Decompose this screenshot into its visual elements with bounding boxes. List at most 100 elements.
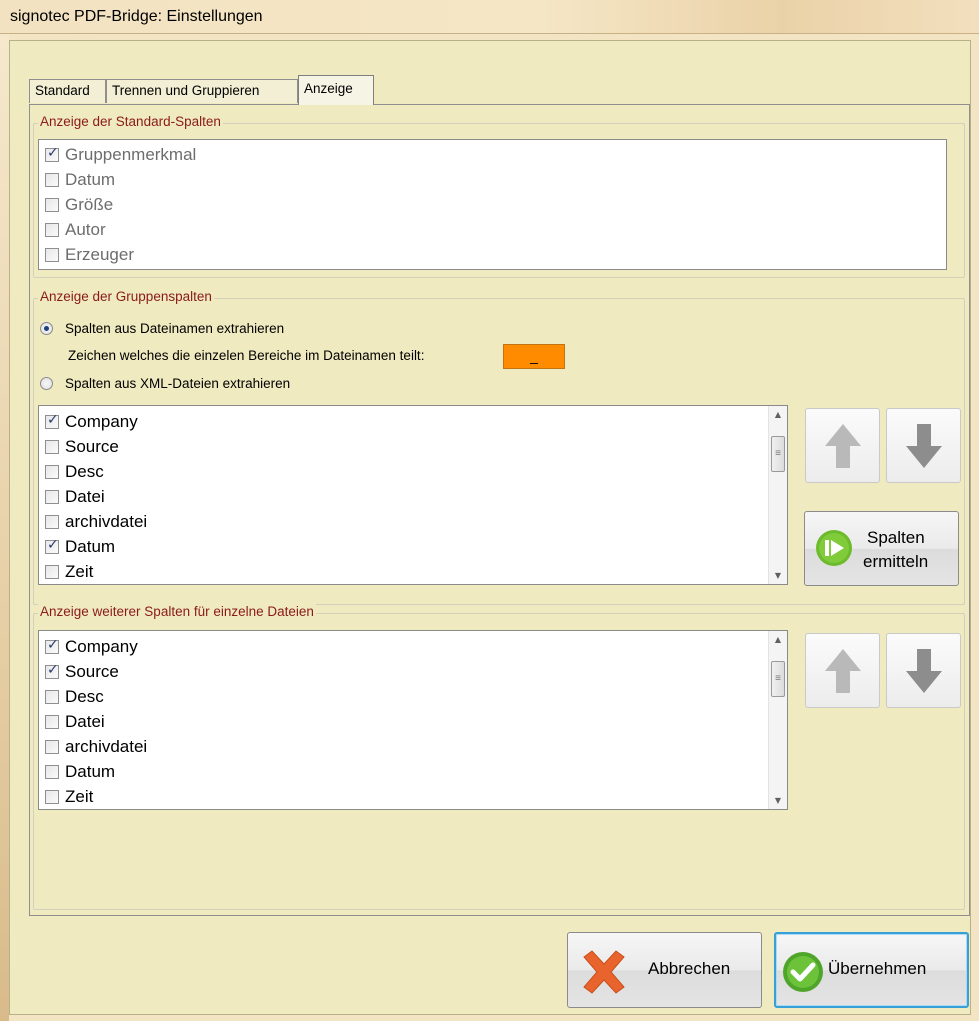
list-item-label: Datei bbox=[65, 486, 105, 506]
list-item[interactable]: Desc bbox=[39, 684, 104, 709]
list-item-label: Größe bbox=[65, 194, 114, 214]
checkbox-checked[interactable] bbox=[45, 412, 59, 429]
determine-columns-label-line2: ermitteln bbox=[863, 552, 929, 571]
tab-trennen-gruppieren-label: Trennen und Gruppieren bbox=[112, 83, 260, 98]
apply-button-label: Übernehmen bbox=[828, 959, 927, 978]
checkbox-checked[interactable] bbox=[45, 537, 59, 554]
scroll-down-arrow-icon[interactable]: ▼ bbox=[769, 792, 787, 809]
file-columns-move-up-button[interactable] bbox=[805, 633, 880, 708]
checkbox-checked[interactable] bbox=[45, 662, 59, 679]
list-item-label: Datum bbox=[65, 169, 116, 189]
scrollbar-thumb[interactable]: ≡ bbox=[771, 661, 785, 697]
list-item[interactable]: Datum bbox=[39, 167, 115, 192]
list-item-label: Datum bbox=[65, 761, 116, 781]
list-item[interactable]: Gruppenmerkmal bbox=[39, 142, 196, 167]
checkbox[interactable] bbox=[45, 764, 59, 779]
checkbox-checked[interactable] bbox=[45, 637, 59, 654]
list-item[interactable]: Datei bbox=[39, 709, 105, 734]
tab-trennen-gruppieren[interactable]: Trennen und Gruppieren bbox=[106, 79, 298, 103]
checkbox[interactable] bbox=[45, 714, 59, 729]
title-bar[interactable]: signotec PDF-Bridge: Einstellungen bbox=[0, 0, 979, 34]
list-item[interactable]: Datum bbox=[39, 759, 115, 784]
list-item[interactable]: Datei bbox=[39, 484, 105, 509]
arrow-down-icon bbox=[906, 649, 942, 693]
list-item[interactable]: Source bbox=[39, 434, 119, 459]
separator-label: Zeichen welches die einzelen Bereiche im… bbox=[68, 348, 425, 363]
list-item-label: Erzeuger bbox=[65, 244, 134, 264]
list-item[interactable]: Autor bbox=[39, 217, 106, 242]
group-columns-scrollbar[interactable]: ▲ ≡ ▼ bbox=[768, 406, 787, 584]
list-item[interactable]: Company bbox=[39, 409, 138, 434]
list-item-label: Source bbox=[65, 661, 119, 681]
checkbox[interactable] bbox=[45, 564, 59, 579]
arrow-down-icon bbox=[906, 424, 942, 468]
scroll-down-arrow-icon[interactable]: ▼ bbox=[769, 567, 787, 584]
cancel-button[interactable]: Abbrechen bbox=[567, 932, 762, 1008]
standard-columns-list[interactable]: Gruppenmerkmal Datum Größe Autor Erzeuge… bbox=[38, 139, 947, 270]
checkbox[interactable] bbox=[45, 222, 59, 237]
determine-columns-button[interactable]: Spalten ermitteln bbox=[804, 511, 959, 586]
checkbox[interactable] bbox=[45, 489, 59, 504]
checkbox[interactable] bbox=[45, 439, 59, 454]
radio-button[interactable] bbox=[40, 377, 53, 390]
apply-button[interactable]: Übernehmen bbox=[774, 932, 969, 1008]
list-item[interactable]: Zeit bbox=[39, 784, 93, 809]
list-item[interactable]: Zeit bbox=[39, 559, 93, 584]
tab-anzeige[interactable]: Anzeige bbox=[298, 75, 374, 105]
list-item[interactable]: Desc bbox=[39, 459, 104, 484]
group-columns-move-up-button[interactable] bbox=[805, 408, 880, 483]
determine-columns-label-line1: Spalten bbox=[867, 528, 925, 547]
scrollbar-thumb[interactable]: ≡ bbox=[771, 436, 785, 472]
checkbox[interactable] bbox=[45, 464, 59, 479]
checkbox[interactable] bbox=[45, 739, 59, 754]
checkbox[interactable] bbox=[45, 514, 59, 529]
radio-xml-option[interactable]: Spalten aus XML-Dateien extrahieren bbox=[40, 376, 290, 391]
list-item[interactable]: archivdatei bbox=[39, 509, 147, 534]
list-item[interactable]: Größe bbox=[39, 192, 113, 217]
tab-standard[interactable]: Standard bbox=[29, 79, 106, 103]
list-item[interactable]: Company bbox=[39, 634, 138, 659]
window-frame-left bbox=[0, 34, 9, 1021]
list-item-label: Company bbox=[65, 636, 138, 656]
arrow-up-icon bbox=[825, 649, 861, 693]
list-item[interactable]: archivdatei bbox=[39, 734, 147, 759]
radio-filename-option[interactable]: Spalten aus Dateinamen extrahieren bbox=[40, 321, 284, 336]
group-file-columns-title: Anzeige weiterer Spalten für einzelne Da… bbox=[38, 604, 316, 619]
list-item-label: archivdatei bbox=[65, 511, 148, 531]
checkbox[interactable] bbox=[45, 197, 59, 212]
play-icon bbox=[816, 530, 852, 566]
radio-button-selected[interactable] bbox=[40, 322, 53, 335]
radio-xml-label: Spalten aus XML-Dateien extrahieren bbox=[65, 376, 291, 391]
list-item[interactable]: Datum bbox=[39, 534, 115, 559]
scroll-up-arrow-icon[interactable]: ▲ bbox=[769, 406, 787, 423]
file-columns-list[interactable]: Company Source Desc Datei archivdatei Da… bbox=[38, 630, 788, 810]
list-item-label: Desc bbox=[65, 686, 104, 706]
separator-input[interactable]: _ bbox=[503, 344, 565, 369]
scroll-up-arrow-icon[interactable]: ▲ bbox=[769, 631, 787, 648]
list-item-label: Datum bbox=[65, 536, 116, 556]
file-columns-scrollbar[interactable]: ▲ ≡ ▼ bbox=[768, 631, 787, 809]
list-item[interactable]: Erzeuger bbox=[39, 242, 134, 267]
checkbox[interactable] bbox=[45, 789, 59, 804]
list-item-label: archivdatei bbox=[65, 736, 148, 756]
file-columns-move-down-button[interactable] bbox=[886, 633, 961, 708]
list-item-label: Datei bbox=[65, 711, 105, 731]
list-item-label: Zeit bbox=[65, 561, 94, 581]
arrow-up-icon bbox=[825, 424, 861, 468]
list-item-label: Desc bbox=[65, 461, 104, 481]
tab-standard-label: Standard bbox=[35, 83, 90, 98]
group-columns-list[interactable]: Company Source Desc Datei archivdatei Da… bbox=[38, 405, 788, 585]
group-standard-columns-title: Anzeige der Standard-Spalten bbox=[38, 114, 223, 129]
checkbox[interactable] bbox=[45, 247, 59, 262]
list-item-label: Gruppenmerkmal bbox=[65, 144, 197, 164]
checkbox[interactable] bbox=[45, 689, 59, 704]
radio-filename-label: Spalten aus Dateinamen extrahieren bbox=[65, 321, 285, 336]
checkbox[interactable] bbox=[45, 172, 59, 187]
cancel-button-label: Abbrechen bbox=[648, 959, 731, 978]
list-item-label: Zeit bbox=[65, 786, 94, 806]
group-columns-move-down-button[interactable] bbox=[886, 408, 961, 483]
list-item-label: Company bbox=[65, 411, 138, 431]
group-group-columns-title: Anzeige der Gruppenspalten bbox=[38, 289, 214, 304]
checkbox-checked[interactable] bbox=[45, 145, 59, 162]
list-item[interactable]: Source bbox=[39, 659, 119, 684]
